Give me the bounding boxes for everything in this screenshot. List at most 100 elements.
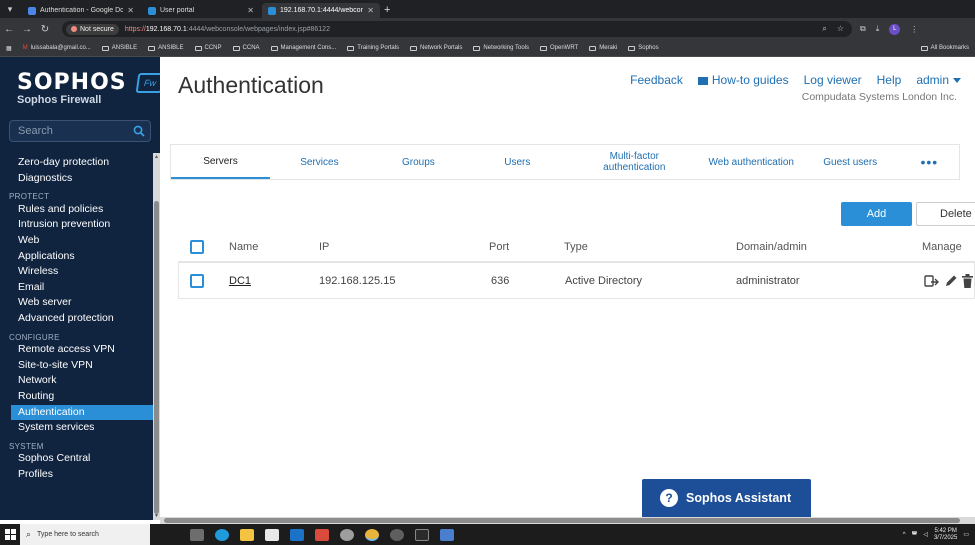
scroll-up-icon[interactable]: ▲ xyxy=(154,154,159,160)
zoom-icon[interactable]: ⌕ xyxy=(822,24,826,34)
sidebar-item-applications[interactable]: Applications xyxy=(0,249,153,265)
reload-icon[interactable]: ↻ xyxy=(36,24,54,35)
edge-browser-icon[interactable] xyxy=(215,528,229,541)
sidebar-item-wireless[interactable]: Wireless xyxy=(0,264,153,280)
bookmark-folder[interactable]: OpenWRT xyxy=(539,45,578,51)
store-icon[interactable] xyxy=(265,528,279,541)
sidebar-scroll-thumb[interactable] xyxy=(154,201,159,514)
scroll-down-icon[interactable]: ▼ xyxy=(154,513,159,519)
browser-menu-icon[interactable]: ⋮ xyxy=(910,25,918,34)
all-bookmarks-folder[interactable]: All Bookmarks xyxy=(920,45,969,51)
tab-web-authentication[interactable]: Web authentication xyxy=(702,145,801,179)
tab-multi-factor-authentication[interactable]: Multi-factor authentication xyxy=(567,145,702,179)
column-header-domain-admin[interactable]: Domain/admin xyxy=(736,232,807,261)
tab-users[interactable]: Users xyxy=(468,145,567,179)
new-tab-plus-icon[interactable]: + xyxy=(384,3,390,18)
delete-button[interactable]: Delete xyxy=(916,202,975,226)
chrome-icon[interactable] xyxy=(365,528,379,541)
notifications-icon[interactable]: ▭ xyxy=(963,531,969,538)
bookmark-item[interactable]: Mluissabala@gmail.co... xyxy=(23,45,91,51)
column-header-port[interactable]: Port xyxy=(489,232,509,261)
column-header-type[interactable]: Type xyxy=(564,232,588,261)
sidebar-item-profiles[interactable]: Profiles xyxy=(0,467,153,483)
sidebar-item-authentication[interactable]: Authentication xyxy=(11,404,153,421)
more-tabs-icon[interactable]: ••• xyxy=(900,145,959,179)
sidebar-item-remote-access-vpn[interactable]: Remote access VPN xyxy=(0,342,153,358)
sidebar-item-zero-day-protection[interactable]: Zero-day protection xyxy=(0,155,153,171)
horizontal-scroll-thumb[interactable] xyxy=(164,518,960,523)
tab-groups[interactable]: Groups xyxy=(369,145,468,179)
profile-avatar[interactable]: L xyxy=(889,23,901,35)
sidebar-item-diagnostics[interactable]: Diagnostics xyxy=(0,171,153,187)
admin-menu[interactable]: admin xyxy=(916,73,961,87)
not-secure-badge[interactable]: Not secure xyxy=(66,23,119,35)
settings-gear-icon[interactable] xyxy=(340,528,354,541)
bookmark-folder[interactable]: Network Portals xyxy=(410,45,462,51)
tab-guest-users[interactable]: Guest users xyxy=(801,145,900,179)
task-view-icon[interactable] xyxy=(190,528,204,541)
apps-grid-icon[interactable]: ▦ xyxy=(6,45,12,52)
bookmark-folder[interactable]: Training Portals xyxy=(347,45,399,51)
search-icon[interactable] xyxy=(133,125,145,137)
edit-pencil-icon[interactable] xyxy=(944,274,958,288)
download-icon[interactable]: ⤓ xyxy=(876,24,880,34)
bookmark-folder[interactable]: ANSIBLE xyxy=(148,45,184,51)
windows-start-icon[interactable] xyxy=(0,524,20,545)
close-tab-icon[interactable]: ✕ xyxy=(127,6,134,15)
browser-tab-docs[interactable]: Authentication - Google Docs ✕ xyxy=(22,3,140,18)
remote-desktop-icon[interactable] xyxy=(440,528,454,541)
select-all-checkbox[interactable] xyxy=(190,239,204,254)
add-button[interactable]: Add xyxy=(841,202,912,226)
column-header-name[interactable]: Name xyxy=(229,232,258,261)
sidebar-item-system-services[interactable]: System services xyxy=(0,420,153,436)
sophos-assistant-button[interactable]: ? Sophos Assistant xyxy=(642,479,811,517)
sidebar-item-site-to-site-vpn[interactable]: Site-to-site VPN xyxy=(0,358,153,374)
column-header-ip[interactable]: IP xyxy=(319,232,329,261)
sidebar-item-web[interactable]: Web xyxy=(0,233,153,249)
bookmark-folder[interactable]: ANSIBLE xyxy=(101,45,137,51)
bookmark-folder[interactable]: CCNP xyxy=(194,45,222,51)
sidebar-item-rules-and-policies[interactable]: Rules and policies xyxy=(0,202,153,218)
row-checkbox[interactable] xyxy=(190,273,204,288)
tab-services[interactable]: Services xyxy=(270,145,369,179)
url-field[interactable]: Not secure https://192.168.70.1:4444/web… xyxy=(62,21,852,37)
search-input[interactable] xyxy=(18,125,128,137)
how-to-guides-link[interactable]: How-to guides xyxy=(697,73,789,87)
close-tab-icon[interactable]: ✕ xyxy=(367,6,374,15)
terminal-icon[interactable] xyxy=(415,528,429,541)
back-arrow-icon[interactable]: ← xyxy=(0,24,18,35)
bookmark-folder[interactable]: CCNA xyxy=(232,45,260,51)
tab-search-chevron-icon[interactable]: ▾ xyxy=(0,0,20,18)
bookmark-folder[interactable]: Networking Tools xyxy=(473,45,529,51)
close-tab-icon[interactable]: ✕ xyxy=(247,6,254,15)
bookmark-folder[interactable]: Sophos xyxy=(628,45,659,51)
sidebar-item-email[interactable]: Email xyxy=(0,280,153,296)
show-hidden-icons-chevron-icon[interactable]: ^ xyxy=(903,532,906,538)
file-explorer-icon[interactable] xyxy=(240,528,254,541)
taskbar-search[interactable]: ⌕ Type here to search xyxy=(20,524,150,545)
log-viewer-link[interactable]: Log viewer xyxy=(804,73,862,87)
help-link[interactable]: Help xyxy=(877,73,902,87)
forward-arrow-icon[interactable]: → xyxy=(18,24,36,35)
test-connectivity-icon[interactable] xyxy=(924,274,940,288)
sidebar-item-intrusion-prevention[interactable]: Intrusion prevention xyxy=(0,217,153,233)
horizontal-scrollbar[interactable] xyxy=(160,517,975,524)
browser-tab-webconsole[interactable]: 192.168.70.1:4444/webconsole ✕ xyxy=(262,3,380,18)
delete-trash-icon[interactable] xyxy=(962,273,973,288)
browser-tab-user-portal[interactable]: User portal ✕ xyxy=(142,3,260,18)
taskbar-clock[interactable]: 5:42 PM 3/7/2025 xyxy=(934,528,957,542)
sidebar-item-advanced-protection[interactable]: Advanced protection xyxy=(0,311,153,327)
sidebar-scrollbar[interactable]: ▲ ▼ xyxy=(153,153,160,520)
extensions-icon[interactable]: ⧉ xyxy=(860,24,866,34)
bookmark-folder[interactable]: Meraki xyxy=(589,45,617,51)
mail-icon[interactable] xyxy=(290,528,304,541)
obs-icon[interactable] xyxy=(390,528,404,541)
volume-icon[interactable]: ◁ xyxy=(923,531,928,538)
server-name-link[interactable]: DC1 xyxy=(229,263,251,298)
feedback-link[interactable]: Feedback xyxy=(630,73,683,87)
sidebar-item-web-server[interactable]: Web server xyxy=(0,295,153,311)
sidebar-item-sophos-central[interactable]: Sophos Central xyxy=(0,451,153,467)
bookmark-folder[interactable]: Management Cons... xyxy=(270,45,336,51)
sidebar-item-network[interactable]: Network xyxy=(0,373,153,389)
tab-servers[interactable]: Servers xyxy=(171,145,270,179)
